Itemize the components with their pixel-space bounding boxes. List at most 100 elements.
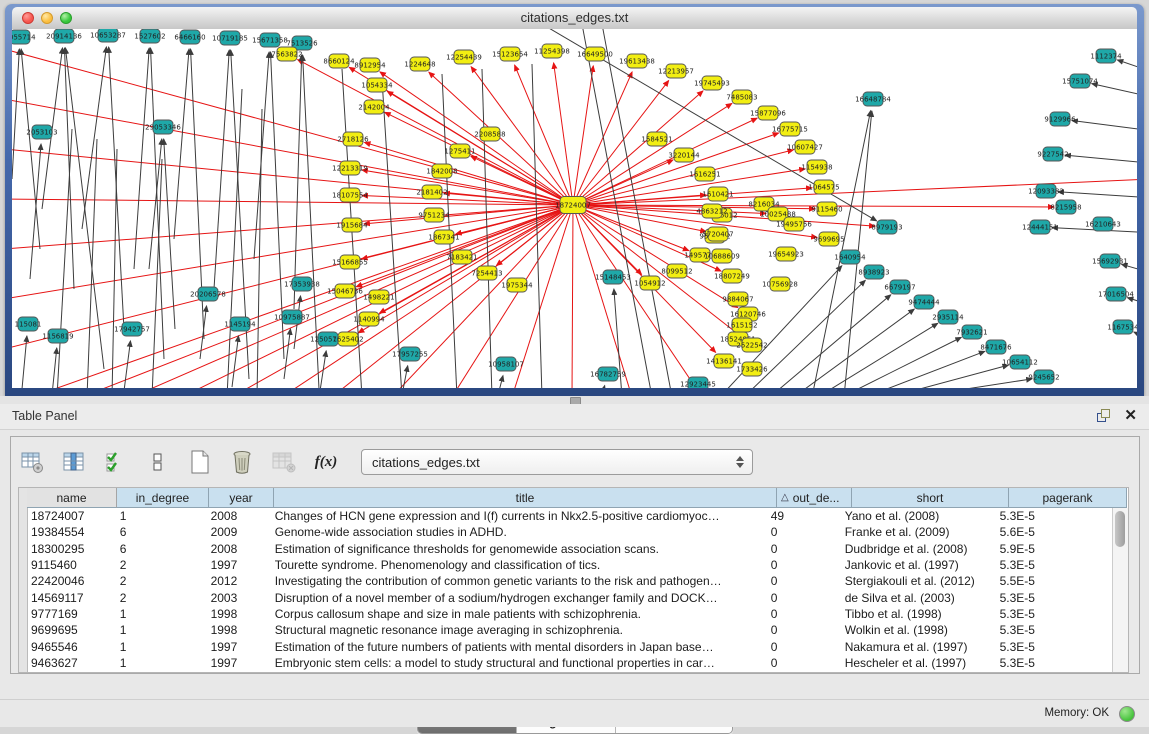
graph-node[interactable]: 11254398 bbox=[534, 44, 570, 58]
table-row[interactable]: 2242004622012Investigating the contribut… bbox=[27, 573, 1112, 589]
close-panel-icon[interactable]: ✕ bbox=[1124, 408, 1137, 423]
scrollbar-thumb[interactable] bbox=[1115, 511, 1125, 547]
graph-node[interactable]: 12213319 bbox=[332, 161, 368, 175]
graph-node[interactable]: 1527602 bbox=[134, 29, 165, 43]
graph-node[interactable]: 7254413 bbox=[471, 266, 502, 280]
graph-node[interactable]: 10654112 bbox=[1002, 355, 1038, 369]
panel-splitter[interactable] bbox=[0, 396, 1149, 404]
graph-node[interactable]: 1975344 bbox=[501, 278, 533, 292]
graph-node[interactable]: 115081 bbox=[15, 317, 42, 331]
table-row[interactable]: 1872400712008Changes of HCN gene express… bbox=[27, 508, 1112, 524]
graph-node[interactable]: 1167534 bbox=[1107, 320, 1137, 334]
graph-node[interactable]: 1498221 bbox=[363, 290, 394, 304]
graph-node[interactable]: 15877096 bbox=[750, 106, 786, 120]
graph-node[interactable]: 8912954 bbox=[354, 58, 386, 72]
graph-node[interactable]: 15148453 bbox=[595, 270, 631, 284]
graph-node[interactable]: 9227542 bbox=[1037, 147, 1068, 161]
graph-node[interactable]: 9884067 bbox=[722, 292, 753, 306]
graph-node[interactable]: 9129966 bbox=[1044, 112, 1076, 126]
column-header-year[interactable]: year bbox=[209, 488, 274, 508]
graph-node[interactable]: 17016504 bbox=[1098, 287, 1134, 301]
graph-node[interactable]: 9245652 bbox=[1028, 370, 1059, 384]
graph-node-hub[interactable]: 18724007 bbox=[555, 197, 591, 214]
graph-node[interactable]: 9474444 bbox=[908, 295, 940, 309]
graph-node[interactable]: 9751234 bbox=[418, 208, 450, 222]
graph-node[interactable]: 2142004 bbox=[358, 100, 390, 114]
column-header-title[interactable]: title bbox=[274, 488, 777, 508]
table-row[interactable]: 946554611997Estimation of the future num… bbox=[27, 638, 1112, 654]
graph-node[interactable]: 10607427 bbox=[787, 140, 823, 154]
table-row[interactable]: 1830029562008Estimation of significance … bbox=[27, 541, 1112, 557]
select-column-button[interactable] bbox=[59, 446, 89, 478]
graph-node[interactable]: 15751074 bbox=[1062, 74, 1098, 88]
graph-node[interactable]: 9699695 bbox=[813, 232, 844, 246]
create-table-button[interactable] bbox=[185, 446, 215, 478]
graph-node[interactable]: 1915684 bbox=[336, 218, 368, 232]
column-header-out_de[interactable]: △out_de... bbox=[777, 488, 852, 508]
graph-node[interactable]: 1224648 bbox=[404, 57, 435, 71]
table-row[interactable]: 977716911998Corpus callosum shape and si… bbox=[27, 606, 1112, 622]
graph-node[interactable]: 9115460 bbox=[811, 202, 842, 216]
table-row[interactable]: 946362711997Embryonic stem cells: a mode… bbox=[27, 655, 1112, 671]
graph-node[interactable]: 10958107 bbox=[488, 357, 524, 371]
graph-node[interactable]: 15166855 bbox=[332, 255, 368, 269]
graph-node[interactable]: 12254439 bbox=[446, 50, 482, 64]
graph-node[interactable]: 15123654 bbox=[492, 47, 528, 61]
graph-node[interactable]: 7932621 bbox=[956, 325, 987, 339]
graph-node[interactable]: 1867341 bbox=[428, 230, 459, 244]
graph-node[interactable]: 19745493 bbox=[694, 76, 730, 90]
graph-node[interactable]: 12213957 bbox=[658, 64, 694, 78]
graph-node[interactable]: 8099512 bbox=[661, 264, 692, 278]
graph-node[interactable]: 1156819 bbox=[42, 329, 73, 343]
column-header-pagerank[interactable]: pagerank bbox=[1009, 488, 1127, 508]
graph-node[interactable]: 1054334 bbox=[361, 78, 393, 92]
table-row[interactable]: 1938455462009Genome-wide association stu… bbox=[27, 524, 1112, 540]
graph-node[interactable]: 1275411 bbox=[444, 144, 475, 158]
window-titlebar[interactable]: citations_edges.txt bbox=[12, 7, 1137, 30]
graph-node[interactable]: 17957255 bbox=[392, 347, 428, 361]
graph-node[interactable]: 20914136 bbox=[46, 29, 82, 43]
graph-node[interactable]: 8660124 bbox=[323, 54, 355, 68]
table-mode-button[interactable] bbox=[17, 446, 47, 478]
graph-node[interactable]: 1055714 bbox=[12, 30, 36, 44]
select-attributes-button[interactable] bbox=[101, 446, 131, 478]
row-height-button[interactable] bbox=[143, 446, 173, 478]
graph-node[interactable]: 10653287 bbox=[90, 29, 126, 42]
graph-node[interactable]: 8215958 bbox=[1050, 200, 1081, 214]
table-row[interactable]: 1456911722003Disruption of a novel membe… bbox=[27, 589, 1112, 605]
graph-node[interactable]: 7485083 bbox=[726, 90, 757, 104]
graph-node[interactable]: 12093382 bbox=[1028, 184, 1064, 198]
function-builder-button[interactable]: f(x) bbox=[311, 446, 341, 478]
graph-node[interactable]: 3220144 bbox=[668, 148, 700, 162]
graph-node[interactable]: 19654923 bbox=[768, 247, 804, 261]
graph-node[interactable]: 8938923 bbox=[858, 265, 889, 279]
vertical-scrollbar[interactable] bbox=[1112, 508, 1128, 672]
graph-node[interactable]: 1140994 bbox=[353, 312, 385, 326]
graph-node[interactable]: 16210643 bbox=[1085, 217, 1121, 231]
table-selector[interactable]: citations_edges.txt bbox=[361, 449, 753, 475]
column-header-short[interactable]: short bbox=[852, 488, 1009, 508]
network-canvas[interactable]: 1055714209141361065328715276026466160107… bbox=[12, 29, 1137, 388]
float-panel-icon[interactable] bbox=[1097, 409, 1110, 422]
graph-node[interactable]: 1154938 bbox=[801, 160, 832, 174]
column-header-name[interactable]: name bbox=[27, 488, 117, 508]
graph-node[interactable]: 18107554 bbox=[332, 188, 368, 202]
graph-node[interactable]: 15671358 bbox=[252, 33, 288, 47]
graph-node[interactable]: 12444151 bbox=[1022, 220, 1058, 234]
graph-node[interactable]: 1054912 bbox=[634, 276, 665, 290]
graph-node[interactable]: 1112374 bbox=[1090, 49, 1122, 63]
graph-node[interactable]: 6679197 bbox=[884, 280, 915, 294]
graph-node[interactable]: 10719185 bbox=[212, 31, 248, 45]
graph-node[interactable]: 12923445 bbox=[680, 377, 716, 388]
graph-node[interactable]: 16649500 bbox=[577, 47, 613, 61]
table-row[interactable]: 969969511998Structural magnetic resonanc… bbox=[27, 622, 1112, 638]
table-row[interactable]: 911546021997Tourette syndrome. Phenomeno… bbox=[27, 557, 1112, 573]
graph-node[interactable]: 8471676 bbox=[980, 340, 1012, 354]
graph-nodes[interactable]: 1055714209141361065328715276026466160107… bbox=[12, 29, 1137, 388]
graph-node[interactable]: 20206578 bbox=[190, 287, 226, 301]
graph-node[interactable]: 15692931 bbox=[1092, 254, 1128, 268]
graph-node[interactable]: 29053346 bbox=[145, 120, 181, 134]
graph-node[interactable]: 1064575 bbox=[808, 180, 839, 194]
delete-table-button[interactable] bbox=[227, 446, 257, 478]
graph-node[interactable]: 19613438 bbox=[619, 54, 655, 68]
